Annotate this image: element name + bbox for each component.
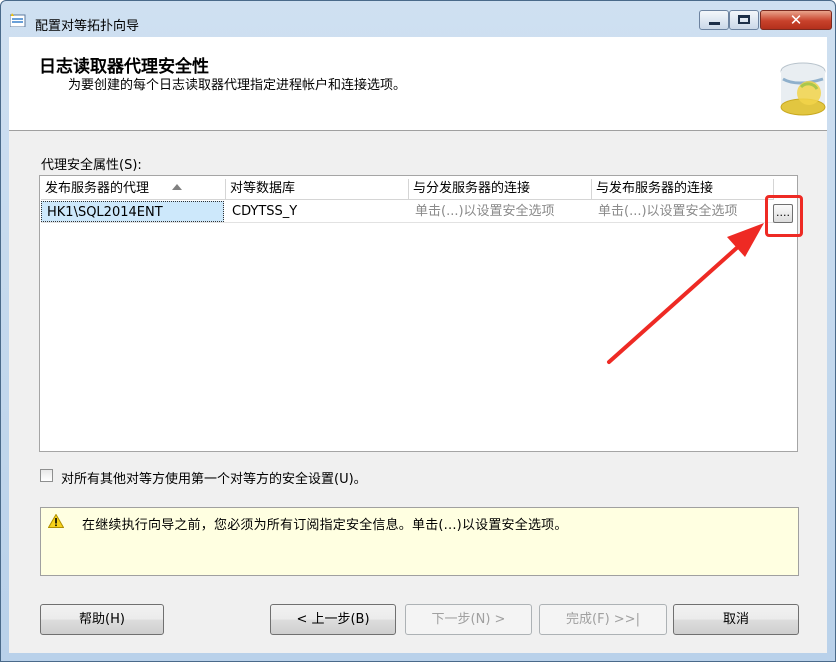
database-wizard-icon (780, 62, 826, 116)
maximize-icon (738, 15, 750, 24)
close-icon: ✕ (789, 11, 803, 29)
maximize-button[interactable] (729, 10, 759, 30)
header-divider (41, 199, 774, 200)
column-header-label: 与分发服务器的连接 (413, 181, 531, 196)
column-header-agent[interactable]: 发布服务器的代理 (41, 179, 226, 199)
close-button[interactable]: ✕ (760, 10, 832, 30)
wizard-header: 日志读取器代理安全性 为要创建的每个日志读取器代理指定进程帐户和连接选项。 (9, 37, 827, 131)
cell-agent[interactable]: HK1\SQL2014ENT (41, 201, 224, 222)
cell-database[interactable]: CDYTSS_Y (226, 201, 409, 222)
column-header-label: 对等数据库 (230, 181, 296, 196)
page-subtitle: 为要创建的每个日志读取器代理指定进程帐户和连接选项。 (68, 78, 407, 93)
agent-security-grid[interactable]: 发布服务器的代理 对等数据库 与分发服务器的连接 与发布服务器的连接 HK1\S… (39, 175, 803, 452)
cancel-button[interactable]: 取消 (673, 604, 799, 635)
window-title: 配置对等拓扑向导 (35, 19, 140, 34)
message-text: 在继续执行向导之前，您必须为所有订阅指定安全信息。单击(...)以设置安全选项。 (82, 518, 568, 533)
cell-publisher-connection[interactable]: 单击(...)以设置安全选项 (592, 201, 770, 222)
previous-button[interactable]: < 上一步(B) (270, 604, 396, 635)
column-header-label: 与发布服务器的连接 (596, 181, 714, 196)
cell-distributor-connection[interactable]: 单击(...)以设置安全选项 (409, 201, 592, 222)
message-panel: 在继续执行向导之前，您必须为所有订阅指定安全信息。单击(...)以设置安全选项。 (40, 507, 799, 576)
next-button[interactable]: 下一步(N) > (405, 604, 532, 635)
column-header-label: 发布服务器的代理 (45, 181, 150, 196)
help-button[interactable]: 帮助(H) (40, 604, 164, 635)
column-header-database[interactable]: 对等数据库 (226, 179, 409, 199)
wizard-app-icon (10, 13, 26, 27)
column-header-distributor-connection[interactable]: 与分发服务器的连接 (409, 179, 592, 199)
minimize-icon (709, 22, 720, 25)
use-first-peer-label[interactable]: 对所有其他对等方使用第一个对等方的安全设置(U)。 (61, 468, 367, 487)
minimize-button[interactable] (699, 10, 729, 30)
sort-ascending-icon (172, 184, 182, 190)
grid-label: 代理安全属性(S): (41, 158, 142, 173)
row-divider (41, 222, 774, 223)
title-bar[interactable]: 配置对等拓扑向导 ✕ (1, 1, 835, 37)
finish-button[interactable]: 完成(F) >>| (539, 604, 667, 635)
wizard-client-area: 日志读取器代理安全性 为要创建的每个日志读取器代理指定进程帐户和连接选项。 代理… (9, 37, 827, 653)
column-header-publisher-connection[interactable]: 与发布服务器的连接 (592, 179, 774, 199)
use-first-peer-checkbox[interactable] (40, 469, 53, 482)
publisher-connection-ellipsis-button[interactable]: .... (773, 204, 793, 223)
wizard-window: 配置对等拓扑向导 ✕ 日志读取器代理安全性 为要创建的每个日志读取器代理指定进程… (0, 0, 836, 662)
warning-icon (48, 514, 64, 528)
